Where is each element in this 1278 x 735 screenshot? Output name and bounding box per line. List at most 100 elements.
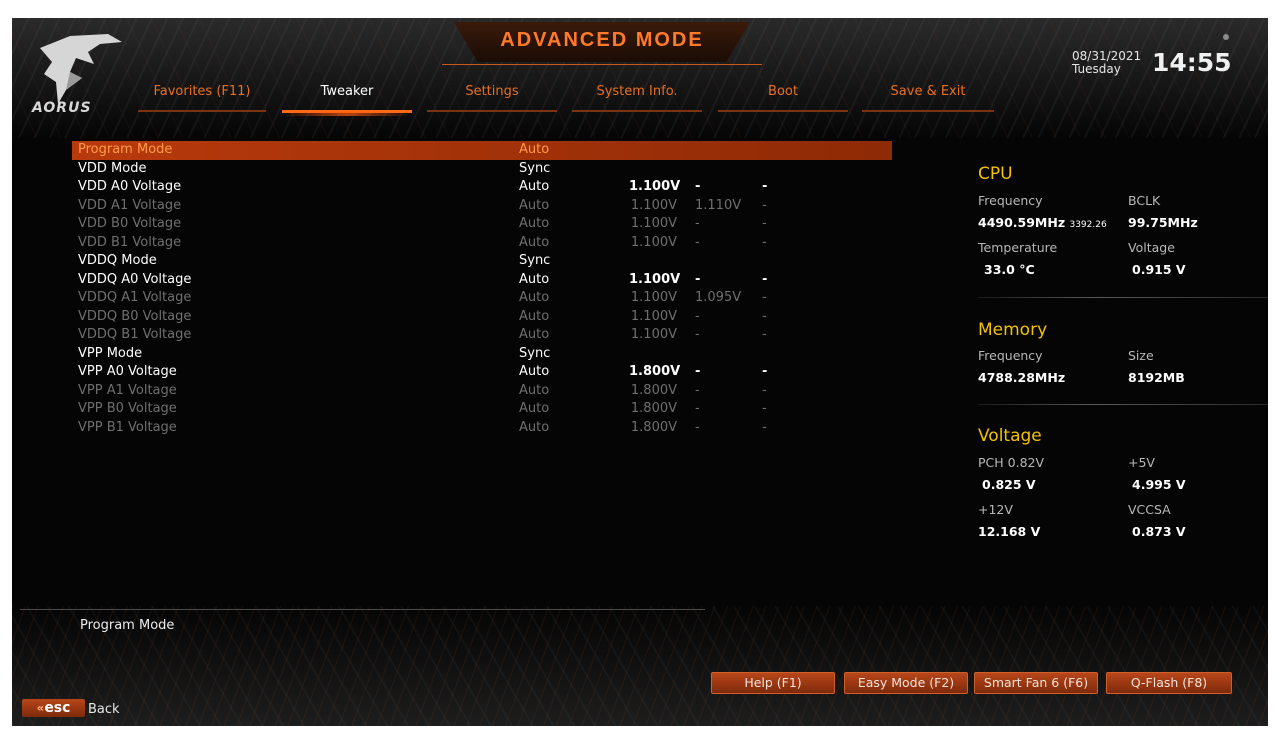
setting-voltage: 1.800V bbox=[630, 382, 677, 398]
setting-current-a: - bbox=[695, 327, 700, 342]
setting-value: Auto bbox=[519, 179, 550, 194]
page-title: ADVANCED MODE bbox=[500, 29, 704, 51]
setting-row[interactable]: VPP Mode Sync bbox=[72, 345, 892, 364]
setting-name: VDD Mode bbox=[78, 160, 147, 176]
setting-value: Sync bbox=[519, 345, 551, 361]
setting-name: VPP A0 Voltage bbox=[78, 364, 177, 379]
setting-voltage: 1.100V bbox=[629, 271, 681, 287]
back-label[interactable]: Back bbox=[88, 702, 120, 717]
setting-voltage: 1.100V bbox=[629, 179, 681, 194]
setting-current-b: - bbox=[762, 216, 767, 231]
setting-current-a: 1.095V bbox=[695, 290, 742, 305]
cpu-bclk-label: BCLK bbox=[1128, 193, 1161, 208]
esc-key-button[interactable]: «esc bbox=[22, 699, 85, 717]
setting-current-b: - bbox=[762, 179, 768, 194]
setting-value: Sync bbox=[519, 160, 551, 176]
setting-current-a: - bbox=[695, 364, 701, 379]
memory-size-value: 8192MB bbox=[1128, 370, 1185, 385]
setting-value: Auto bbox=[519, 290, 550, 305]
tab-settings[interactable]: Settings bbox=[427, 84, 557, 112]
setting-row[interactable]: VDDQ Mode Sync bbox=[72, 252, 892, 271]
footer-background bbox=[12, 606, 1268, 726]
setting-current-a: - bbox=[695, 179, 701, 194]
setting-voltage: 1.100V bbox=[630, 290, 677, 305]
cpu-temperature-label: Temperature bbox=[978, 240, 1058, 255]
setting-row: VPP A1 Voltage Auto 1.800V - - bbox=[72, 382, 892, 401]
setting-current-b: - bbox=[762, 382, 767, 398]
setting-name: VDD B0 Voltage bbox=[78, 216, 182, 231]
setting-current-b: - bbox=[762, 197, 767, 213]
setting-name: VPP Mode bbox=[78, 345, 143, 361]
setting-row: VDDQ B1 Voltage Auto 1.100V - - bbox=[72, 326, 892, 345]
setting-row: VDD A1 Voltage Auto 1.100V 1.110V - bbox=[72, 197, 892, 216]
time-display: 14:55 bbox=[1152, 48, 1232, 77]
setting-value: Auto bbox=[519, 216, 550, 231]
setting-name: Program Mode bbox=[78, 142, 173, 157]
setting-name: VPP A1 Voltage bbox=[78, 382, 177, 398]
setting-value: Auto bbox=[519, 419, 550, 435]
setting-row[interactable]: VDD Mode Sync bbox=[72, 160, 892, 179]
voltage-section-title: Voltage bbox=[978, 426, 1042, 446]
setting-current-a: - bbox=[695, 216, 700, 231]
cpu-temperature-value: 33.0 °C bbox=[984, 262, 1035, 277]
setting-current-a: - bbox=[695, 401, 700, 416]
memory-frequency-label: Frequency bbox=[978, 348, 1043, 363]
tab-boot[interactable]: Boot bbox=[718, 84, 848, 112]
setting-value: Auto bbox=[519, 401, 550, 416]
setting-row[interactable]: VDDQ A0 Voltage Auto 1.100V - - bbox=[72, 271, 892, 290]
setting-current-b: - bbox=[762, 401, 767, 416]
setting-current-b: - bbox=[762, 271, 768, 287]
setting-row: VDDQ B0 Voltage Auto 1.100V - - bbox=[72, 308, 892, 327]
memory-section-title: Memory bbox=[978, 320, 1048, 340]
setting-value: Auto bbox=[519, 234, 550, 250]
esc-key-label: esc bbox=[44, 700, 71, 716]
date-display: 08/31/2021 Tuesday bbox=[1072, 50, 1141, 76]
tab-favorites[interactable]: Favorites (F11) bbox=[138, 84, 266, 112]
setting-value: Auto bbox=[519, 197, 550, 213]
cpu-bclk-value: 99.75MHz bbox=[1128, 215, 1198, 230]
setting-voltage: 1.100V bbox=[630, 197, 677, 213]
setting-current-a: - bbox=[695, 308, 700, 324]
setting-value: Sync bbox=[519, 253, 551, 268]
setting-voltage: 1.800V bbox=[629, 364, 681, 379]
pch-voltage-label: PCH 0.82V bbox=[978, 455, 1045, 470]
setting-row: VPP B1 Voltage Auto 1.800V - - bbox=[72, 419, 892, 438]
memory-frequency-value: 4788.28MHz bbox=[978, 370, 1066, 385]
setting-voltage: 1.100V bbox=[630, 216, 677, 231]
setting-current-a: - bbox=[695, 234, 700, 250]
setting-value: Auto bbox=[519, 142, 550, 157]
setting-value: Auto bbox=[519, 308, 550, 324]
12v-label: +12V bbox=[978, 502, 1013, 517]
setting-row[interactable]: Program Mode Auto bbox=[72, 141, 892, 160]
q-flash-button[interactable]: Q-Flash (F8) bbox=[1106, 672, 1232, 694]
pch-voltage-value: 0.825 V bbox=[982, 477, 1036, 492]
setting-value: Auto bbox=[519, 327, 550, 342]
setting-value: Auto bbox=[519, 271, 550, 287]
cpu-voltage-label: Voltage bbox=[1128, 240, 1175, 255]
tab-system-info[interactable]: System Info. bbox=[572, 84, 702, 112]
setting-name: VDD A1 Voltage bbox=[78, 197, 182, 213]
section-divider bbox=[978, 404, 1268, 405]
setting-row[interactable]: VPP A0 Voltage Auto 1.800V - - bbox=[72, 363, 892, 382]
smart-fan-button[interactable]: Smart Fan 6 (F6) bbox=[974, 672, 1098, 694]
item-description: Program Mode bbox=[80, 618, 175, 633]
setting-name: VPP B1 Voltage bbox=[78, 419, 177, 435]
setting-name: VDDQ Mode bbox=[78, 253, 157, 268]
setting-row: VDDQ A1 Voltage Auto 1.100V 1.095V - bbox=[72, 289, 892, 308]
bios-screen: AORUS ADVANCED MODE Favorites (F11) Twea… bbox=[12, 18, 1268, 726]
setting-name: VDDQ A1 Voltage bbox=[78, 290, 192, 305]
setting-current-a: - bbox=[695, 382, 700, 398]
setting-name: VDDQ A0 Voltage bbox=[78, 271, 192, 287]
help-button[interactable]: Help (F1) bbox=[711, 672, 835, 694]
aorus-logo-text: AORUS bbox=[32, 100, 92, 116]
tab-save-exit[interactable]: Save & Exit bbox=[862, 84, 994, 112]
easy-mode-button[interactable]: Easy Mode (F2) bbox=[844, 672, 968, 694]
settings-list: Program Mode Auto VDD Mode Sync VDD A0 Volta… bbox=[72, 141, 892, 437]
setting-name: VPP B0 Voltage bbox=[78, 401, 177, 416]
setting-row[interactable]: VDD A0 Voltage Auto 1.100V - - bbox=[72, 178, 892, 197]
tab-tweaker[interactable]: Tweaker bbox=[282, 84, 412, 116]
setting-current-b: - bbox=[762, 234, 767, 250]
setting-voltage: 1.100V bbox=[630, 327, 677, 342]
setting-voltage: 1.100V bbox=[630, 308, 677, 324]
setting-current-a: 1.110V bbox=[695, 197, 742, 213]
